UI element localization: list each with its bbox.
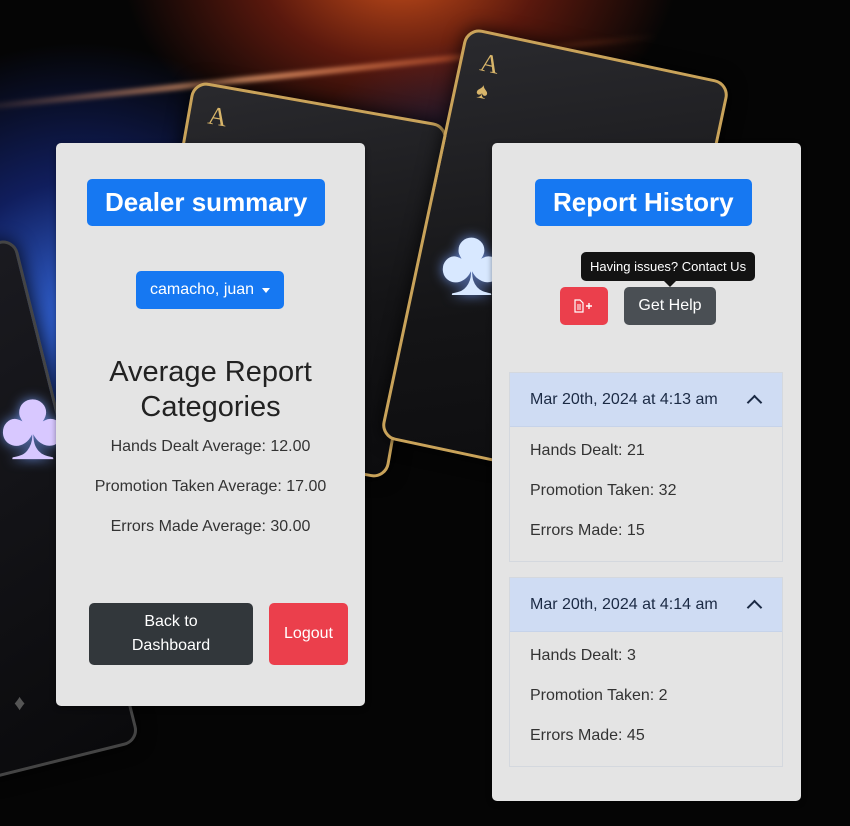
errors-made-average: Errors Made Average: 30.00 <box>110 518 311 535</box>
report-accordion-body: Hands Dealt: 3 Promotion Taken: 2 Errors… <box>510 632 782 766</box>
card-rank-ace: A <box>477 47 502 80</box>
chevron-up-icon <box>746 599 763 616</box>
report-errors-made: Errors Made: 45 <box>530 727 645 744</box>
report-hands-dealt: Hands Dealt: 3 <box>530 647 636 664</box>
dealer-select-label: camacho, juan <box>150 281 255 298</box>
card-rank-ace: A <box>205 100 230 133</box>
logout-button[interactable]: Logout <box>269 603 348 665</box>
report-errors-made: Errors Made: 15 <box>530 522 645 539</box>
dealer-summary-title: Dealer summary <box>87 179 326 226</box>
dealer-select-dropdown[interactable]: camacho, juan <box>136 271 285 309</box>
report-promotion-taken: Promotion Taken: 32 <box>530 482 677 499</box>
report-accordion-body: Hands Dealt: 21 Promotion Taken: 32 Erro… <box>510 427 782 561</box>
report-history-panel: Report History Get Help Mar 20th, 2024 a… <box>492 143 801 801</box>
help-tooltip: Having issues? Contact Us <box>581 252 756 281</box>
back-to-dashboard-button[interactable]: Back to Dashboard <box>89 603 253 665</box>
heading-line-2: Categories <box>140 391 281 423</box>
tooltip-arrow <box>664 281 676 287</box>
report-date: Mar 20th, 2024 at 4:14 am <box>530 595 718 613</box>
add-report-button[interactable] <box>560 287 608 325</box>
report-history-title: Report History <box>535 179 752 226</box>
file-plus-icon <box>574 299 592 313</box>
diamond-icon: ♦ <box>14 690 26 715</box>
report-date: Mar 20th, 2024 at 4:13 am <box>530 390 718 408</box>
report-accordion-item: Mar 20th, 2024 at 4:14 am Hands Dealt: 3… <box>509 577 783 767</box>
report-promotion-taken: Promotion Taken: 2 <box>530 687 668 704</box>
heading-line-1: Average Report <box>109 356 312 388</box>
report-accordion-item: Mar 20th, 2024 at 4:13 am Hands Dealt: 2… <box>509 372 783 562</box>
average-report-heading: Average Report Categories <box>56 355 365 425</box>
promotion-taken-average: Promotion Taken Average: 17.00 <box>94 478 327 495</box>
report-hands-dealt: Hands Dealt: 21 <box>530 442 645 459</box>
caret-down-icon <box>262 287 271 293</box>
report-accordion-header[interactable]: Mar 20th, 2024 at 4:13 am <box>510 373 782 427</box>
get-help-button[interactable]: Get Help <box>624 287 716 325</box>
hands-dealt-average: Hands Dealt Average: 12.00 <box>110 438 311 455</box>
dealer-summary-panel: Dealer summary camacho, juan Average Rep… <box>56 143 365 706</box>
report-accordion-header[interactable]: Mar 20th, 2024 at 4:14 am <box>510 578 782 632</box>
spade-icon: ♠ <box>474 77 491 105</box>
back-button-line-2: Dashboard <box>131 637 211 654</box>
chevron-up-icon <box>746 394 763 411</box>
back-button-line-1: Back to <box>144 613 198 630</box>
